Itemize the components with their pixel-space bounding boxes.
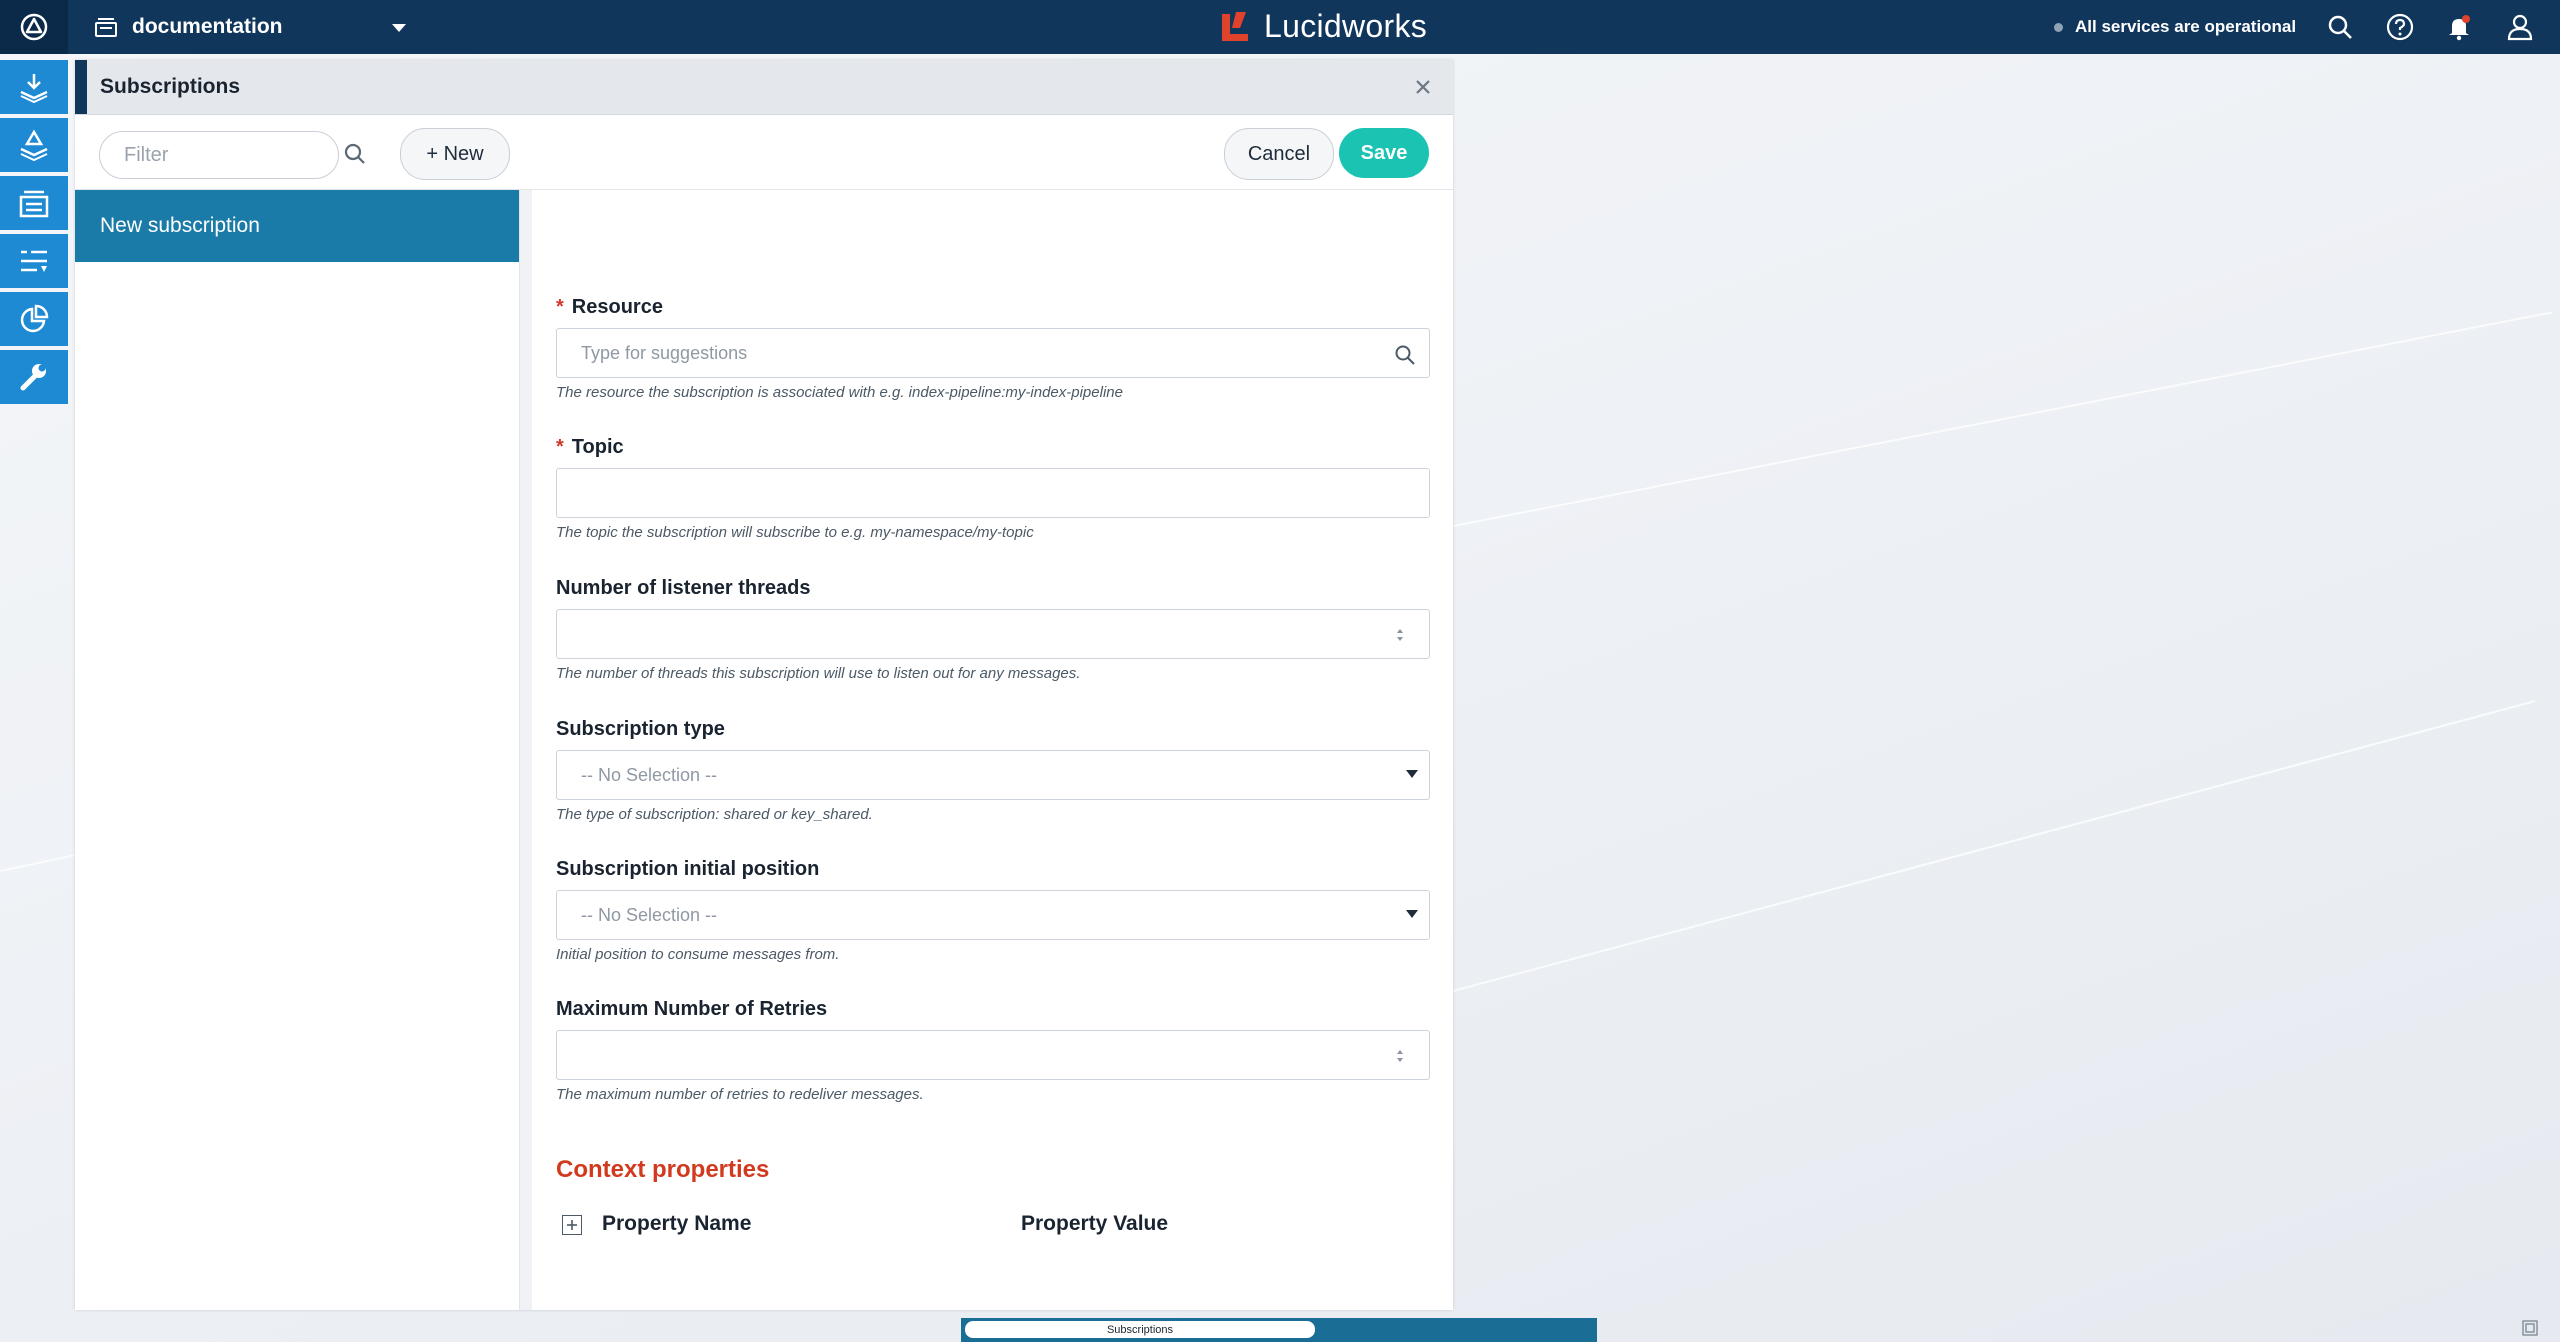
split-divider[interactable] bbox=[519, 190, 532, 1310]
status-text: All services are operational bbox=[2075, 17, 2297, 36]
wrench-icon bbox=[20, 364, 46, 391]
add-property-plus-icon[interactable] bbox=[562, 1215, 582, 1235]
fusion-logo-icon bbox=[20, 13, 48, 41]
datasources-icon bbox=[19, 190, 49, 218]
subscription-type-help: The type of subscription: shared or key_… bbox=[556, 806, 873, 823]
status-dot-icon bbox=[2054, 22, 2063, 32]
app-switcher[interactable]: documentation bbox=[94, 0, 283, 54]
app-stack-icon bbox=[95, 18, 117, 37]
collections-icon bbox=[20, 74, 48, 104]
save-button[interactable]: Save bbox=[1339, 128, 1429, 178]
initial-position-help: Initial position to consume messages fro… bbox=[556, 946, 840, 963]
search-icon[interactable] bbox=[343, 142, 367, 166]
context-properties-title: Context properties bbox=[556, 1156, 770, 1183]
number-spinner-icon[interactable] bbox=[1396, 627, 1404, 643]
filter-input[interactable] bbox=[99, 131, 339, 179]
nav-index-pipelines-button[interactable] bbox=[0, 118, 68, 172]
property-name-header: Property Name bbox=[602, 1212, 752, 1235]
close-icon[interactable] bbox=[1411, 75, 1435, 99]
background-line bbox=[0, 853, 79, 872]
required-marker: * bbox=[556, 296, 564, 318]
panel-header: Subscriptions bbox=[75, 60, 1453, 115]
index-pipelines-icon bbox=[20, 129, 48, 162]
topic-input[interactable] bbox=[556, 468, 1430, 518]
dock-tab-subscriptions[interactable]: Subscriptions bbox=[965, 1321, 1315, 1338]
help-icon[interactable] bbox=[2385, 12, 2415, 42]
required-marker: * bbox=[556, 436, 564, 458]
max-retries-label: Maximum Number of Retries bbox=[556, 998, 828, 1020]
app-name: documentation bbox=[132, 15, 283, 38]
nav-query-pipelines-button[interactable] bbox=[0, 234, 68, 288]
cancel-button[interactable]: Cancel bbox=[1224, 128, 1334, 180]
nav-datasources-button[interactable] bbox=[0, 176, 68, 230]
search-icon[interactable] bbox=[1394, 344, 1416, 366]
analytics-icon bbox=[20, 304, 49, 333]
chevron-down-icon[interactable] bbox=[1406, 770, 1418, 778]
background-line bbox=[1453, 311, 2553, 527]
threads-help: The number of threads this subscription … bbox=[556, 665, 1081, 682]
topic-help: The topic the subscription will subscrib… bbox=[556, 524, 1034, 541]
panel-title: Subscriptions bbox=[100, 75, 241, 98]
number-spinner-icon[interactable] bbox=[1396, 1048, 1404, 1064]
list-item-label: New subscription bbox=[100, 214, 260, 237]
threads-label: Number of listener threads bbox=[556, 577, 811, 599]
query-pipelines-icon bbox=[21, 250, 47, 272]
panel-dock: Subscriptions bbox=[961, 1318, 1597, 1342]
max-retries-help: The maximum number of retries to redeliv… bbox=[556, 1086, 924, 1103]
topic-label: * Topic bbox=[556, 436, 624, 458]
initial-position-select[interactable]: -- No Selection -- bbox=[556, 890, 1430, 940]
nav-collections-button[interactable] bbox=[0, 60, 68, 114]
left-nav bbox=[0, 60, 68, 408]
nav-analytics-button[interactable] bbox=[0, 292, 68, 346]
resource-label: * Resource bbox=[556, 296, 663, 318]
user-icon[interactable] bbox=[2505, 12, 2535, 42]
search-icon[interactable] bbox=[2325, 12, 2355, 42]
background-line bbox=[1453, 700, 2536, 992]
chevron-down-icon[interactable] bbox=[390, 16, 408, 38]
lucidworks-logo-icon bbox=[1222, 11, 1248, 41]
resource-input[interactable] bbox=[556, 328, 1430, 378]
top-bar: documentation Lucidworks All services ar… bbox=[0, 0, 2560, 54]
threads-number-input[interactable] bbox=[556, 609, 1430, 659]
subscription-type-select[interactable]: -- No Selection -- bbox=[556, 750, 1430, 800]
brand-name: Lucidworks bbox=[1264, 8, 1428, 44]
subscriptions-panel: Subscriptions + New Cancel Save New subs… bbox=[75, 60, 1453, 1310]
nav-system-button[interactable] bbox=[0, 350, 68, 404]
list-item[interactable]: New subscription bbox=[75, 190, 519, 262]
new-button[interactable]: + New bbox=[400, 128, 510, 180]
panel-accent-bar bbox=[75, 60, 87, 114]
fusion-logo-button[interactable] bbox=[0, 0, 68, 54]
resource-help: The resource the subscription is associa… bbox=[556, 384, 1123, 401]
max-retries-number-input[interactable] bbox=[556, 1030, 1430, 1080]
notifications-bell-icon[interactable] bbox=[2444, 12, 2474, 42]
property-value-header: Property Value bbox=[1021, 1212, 1169, 1235]
subscription-type-label: Subscription type bbox=[556, 718, 725, 740]
initial-position-label: Subscription initial position bbox=[556, 858, 820, 880]
subscription-list: New subscription bbox=[75, 190, 519, 1310]
chevron-down-icon[interactable] bbox=[1406, 910, 1418, 918]
service-status[interactable]: All services are operational bbox=[2054, 0, 2296, 54]
brand: Lucidworks bbox=[1218, 8, 1427, 45]
minimize-panels-icon[interactable] bbox=[2522, 1320, 2538, 1336]
